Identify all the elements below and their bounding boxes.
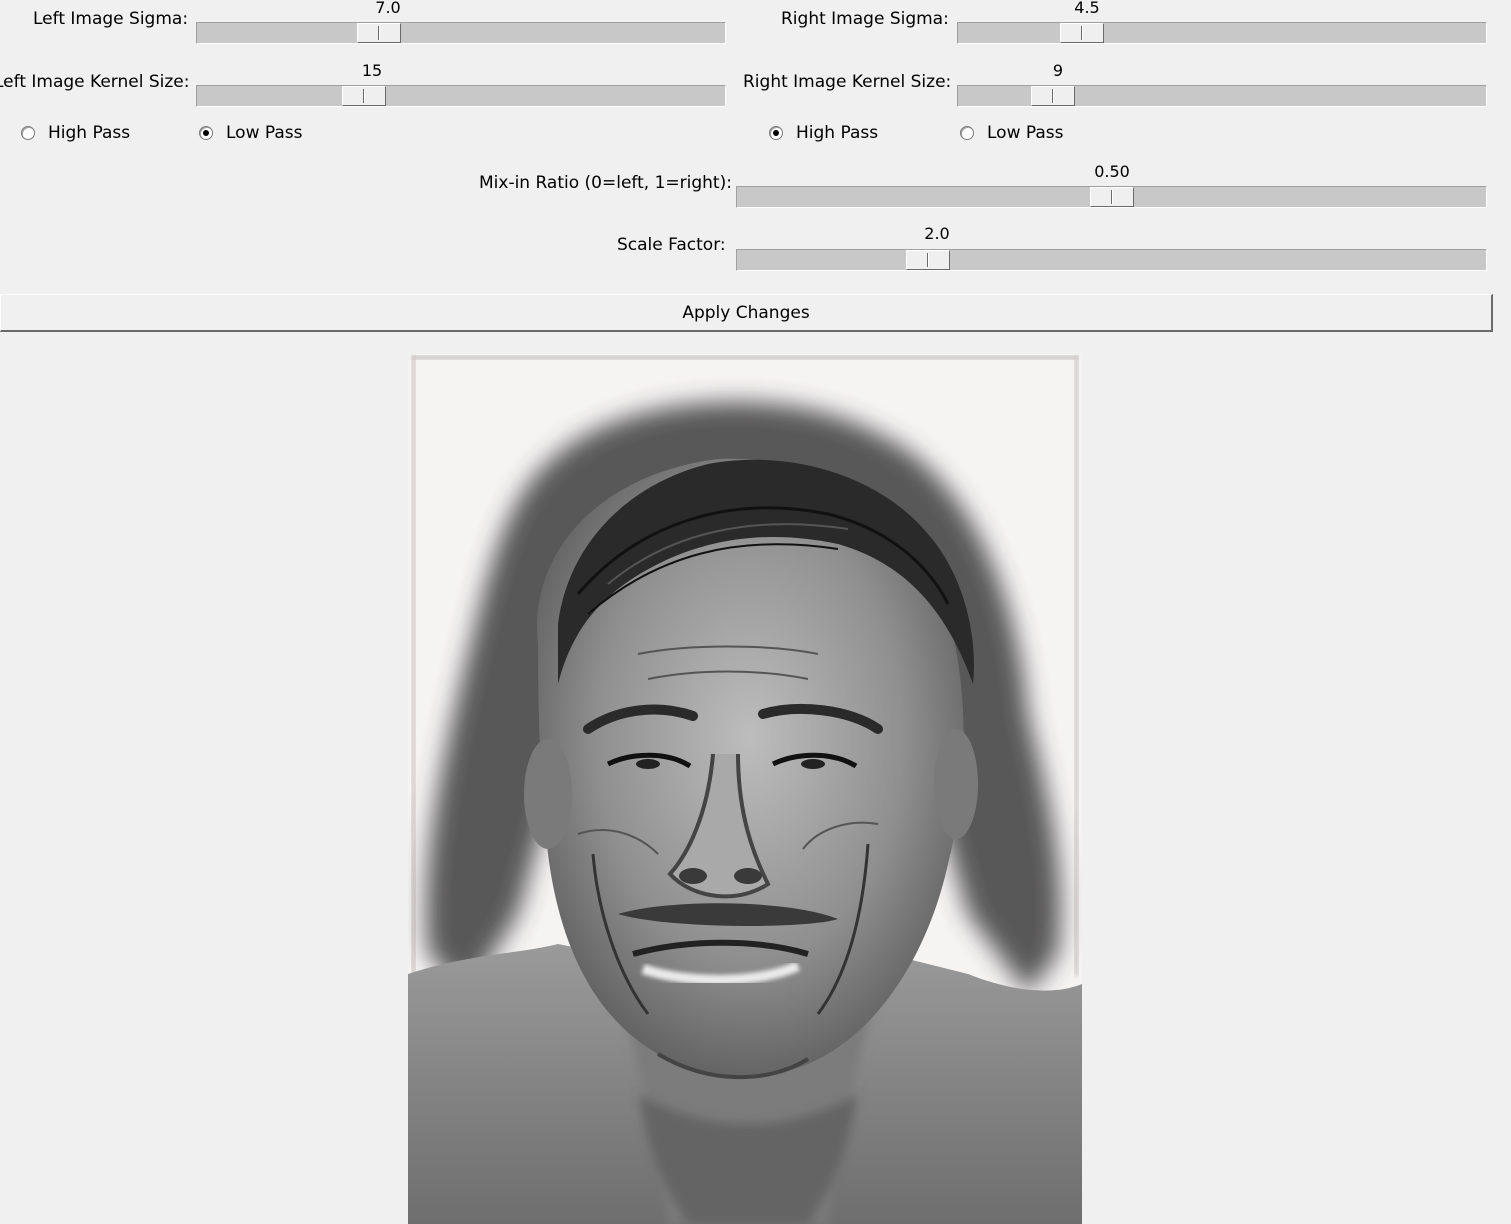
left-low-pass-radio-indicator[interactable] bbox=[199, 126, 213, 140]
mix-ratio-slider-thumb[interactable] bbox=[1090, 187, 1134, 207]
mix-ratio-label: Mix-in Ratio (0=left, 1=right): bbox=[479, 173, 732, 193]
right-high-pass-radio[interactable]: High Pass bbox=[769, 123, 878, 143]
left-kernel-slider-thumb[interactable] bbox=[342, 86, 386, 106]
right-sigma-slider-thumb[interactable] bbox=[1060, 23, 1104, 43]
right-kernel-value: 9 bbox=[1052, 61, 1064, 80]
right-kernel-slider[interactable] bbox=[957, 85, 1487, 107]
left-kernel-value: 15 bbox=[361, 61, 383, 80]
left-low-pass-label: Low Pass bbox=[226, 123, 303, 143]
mix-ratio-slider[interactable] bbox=[736, 186, 1487, 208]
scale-factor-value: 2.0 bbox=[924, 224, 950, 243]
left-sigma-value: 7.0 bbox=[375, 0, 401, 17]
left-sigma-slider-thumb[interactable] bbox=[357, 23, 401, 43]
hybrid-result-image bbox=[408, 354, 1082, 1224]
right-kernel-slider-thumb[interactable] bbox=[1031, 86, 1075, 106]
left-sigma-label: Left Image Sigma: bbox=[33, 9, 189, 29]
left-high-pass-label: High Pass bbox=[48, 123, 131, 143]
right-sigma-slider[interactable] bbox=[957, 22, 1487, 44]
left-high-pass-radio-indicator[interactable] bbox=[21, 126, 35, 140]
scale-factor-label: Scale Factor: bbox=[617, 235, 726, 255]
left-sigma-slider[interactable] bbox=[196, 22, 726, 44]
left-low-pass-radio[interactable]: Low Pass bbox=[199, 123, 303, 143]
right-high-pass-label: High Pass bbox=[796, 123, 879, 143]
scale-factor-slider[interactable] bbox=[736, 249, 1487, 271]
left-kernel-label: Left Image Kernel Size: bbox=[0, 72, 190, 92]
right-kernel-label: Right Image Kernel Size: bbox=[743, 72, 952, 92]
scale-factor-slider-thumb[interactable] bbox=[906, 250, 950, 270]
left-high-pass-radio[interactable]: High Pass bbox=[21, 123, 130, 143]
right-low-pass-radio[interactable]: Low Pass bbox=[960, 123, 1064, 143]
right-sigma-label: Right Image Sigma: bbox=[781, 9, 949, 29]
right-low-pass-radio-indicator[interactable] bbox=[960, 126, 974, 140]
mix-ratio-value: 0.50 bbox=[1094, 162, 1130, 181]
right-sigma-value: 4.5 bbox=[1074, 0, 1100, 17]
right-high-pass-radio-indicator[interactable] bbox=[769, 126, 783, 140]
right-low-pass-label: Low Pass bbox=[987, 123, 1064, 143]
apply-changes-button[interactable]: Apply Changes bbox=[0, 294, 1493, 332]
left-kernel-slider[interactable] bbox=[196, 85, 726, 107]
hybrid-face-image bbox=[408, 354, 1082, 1224]
